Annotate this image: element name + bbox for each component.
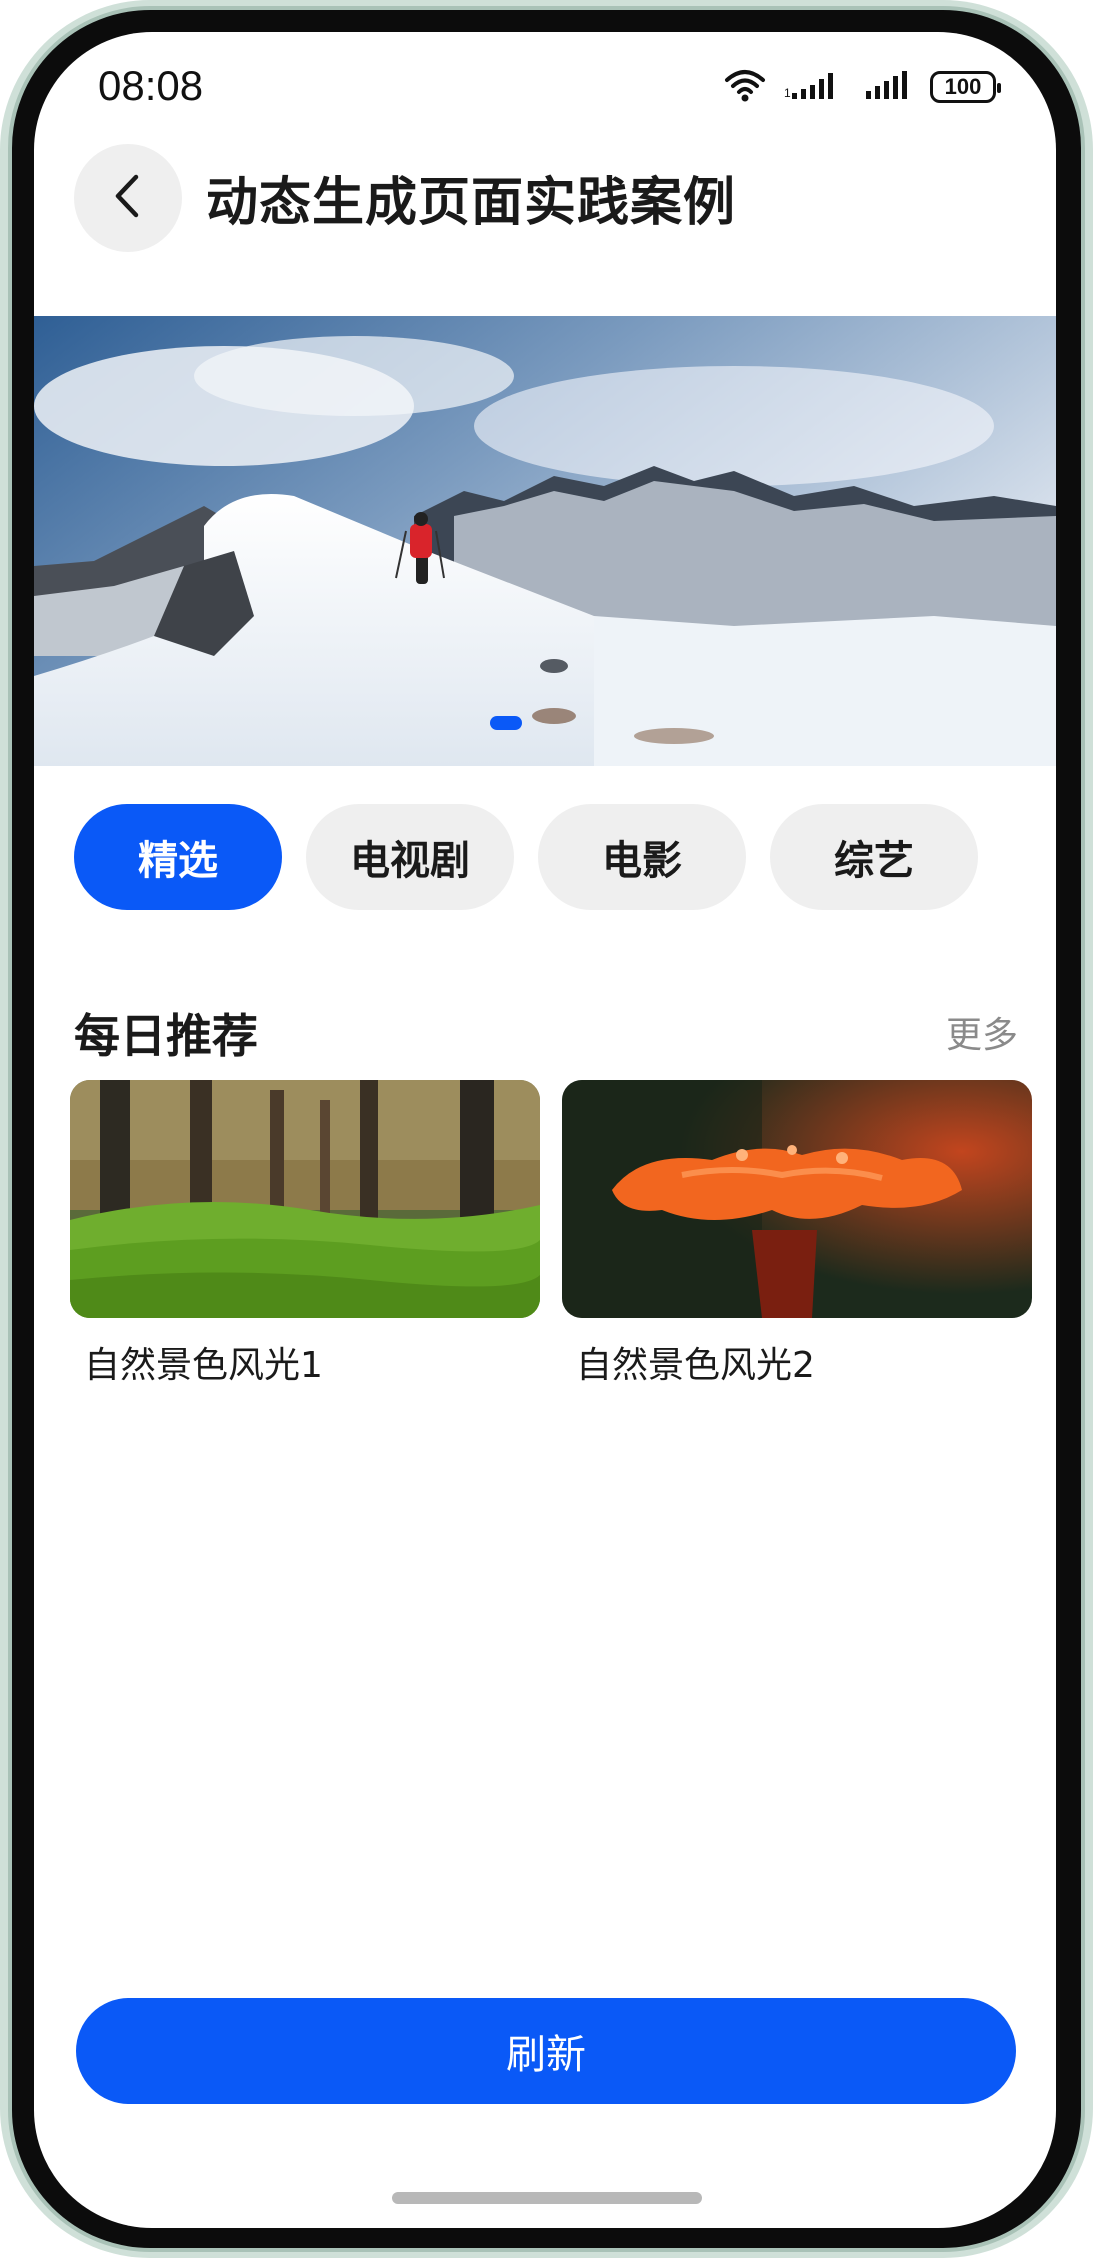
signal-icon — [866, 69, 912, 105]
refresh-button[interactable]: 刷新 — [76, 1998, 1016, 2104]
svg-text:1: 1 — [784, 86, 791, 100]
recommendation-card[interactable]: 自然景色风光1 — [70, 1080, 540, 1388]
status-icons: 1 100 — [724, 68, 1001, 106]
more-link[interactable]: 更多 — [946, 1006, 1018, 1058]
wifi-icon — [724, 68, 766, 106]
recommendation-list: 自然景色风光1 自然景色风光2 — [70, 1080, 1032, 1388]
section-title: 每日推荐 — [74, 1009, 258, 1063]
category-tabs: 精选 电视剧 电影 综艺 — [74, 804, 978, 910]
banner-carousel[interactable] — [34, 316, 1056, 766]
tab-featured[interactable]: 精选 — [74, 804, 282, 910]
chevron-left-icon — [108, 171, 148, 225]
tab-variety[interactable]: 综艺 — [770, 804, 978, 910]
back-button[interactable] — [74, 144, 182, 252]
screen: 08:08 1 100 动态生成页面实践案例 精选 电视剧 电影 综艺 每日推荐… — [34, 32, 1056, 2228]
page-title: 动态生成页面实践案例 — [206, 173, 737, 233]
card-title: 自然景色风光1 — [84, 1345, 323, 1386]
banner-image — [34, 316, 1056, 766]
tab-tv-series[interactable]: 电视剧 — [306, 804, 514, 910]
carousel-indicator[interactable] — [490, 716, 522, 730]
card-image — [562, 1080, 1032, 1318]
card-image — [70, 1080, 540, 1318]
signal-icon: 1 — [784, 69, 848, 105]
card-title: 自然景色风光2 — [576, 1345, 815, 1386]
phone-frame: 08:08 1 100 动态生成页面实践案例 精选 电视剧 电影 综艺 每日推荐… — [0, 0, 1093, 2258]
tab-movies[interactable]: 电影 — [538, 804, 746, 910]
battery-icon: 100 — [930, 71, 1001, 103]
recommendation-card[interactable]: 自然景色风光2 — [562, 1080, 1032, 1388]
status-time: 08:08 — [98, 62, 204, 109]
home-indicator[interactable] — [392, 2192, 702, 2204]
